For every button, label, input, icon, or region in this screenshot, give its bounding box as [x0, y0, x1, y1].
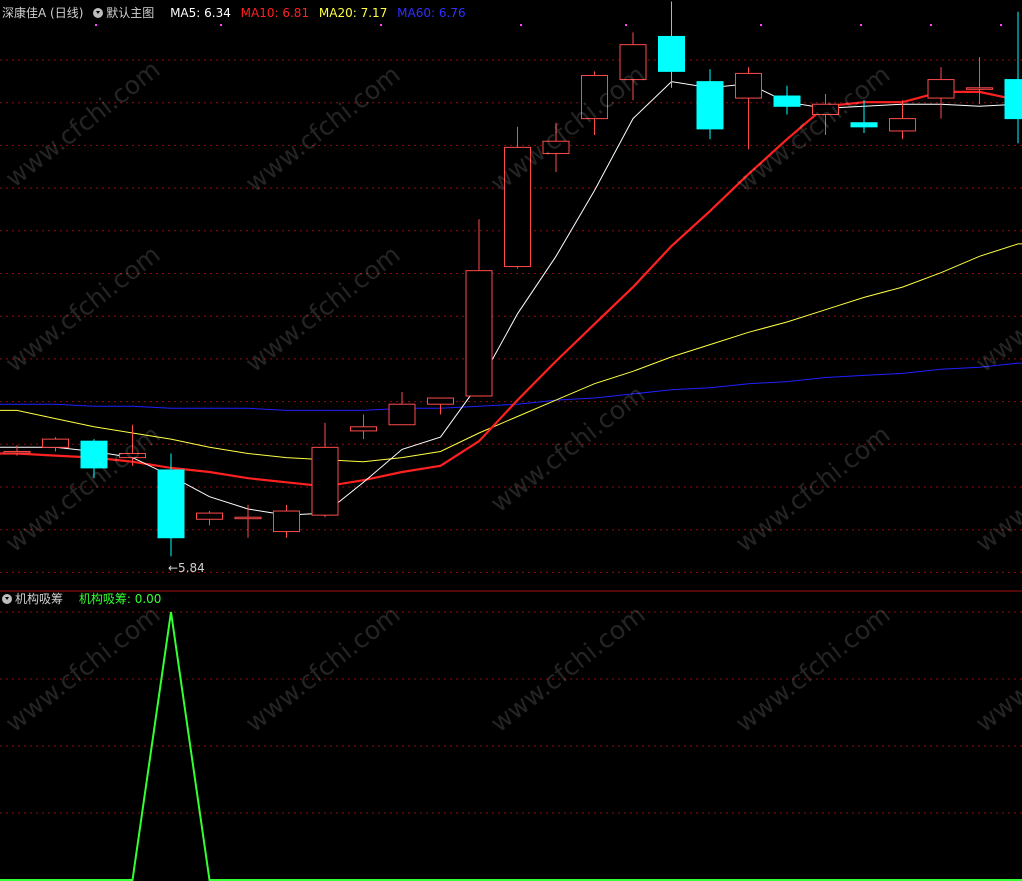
candle	[735, 67, 762, 150]
candle-body	[350, 426, 377, 432]
marker-dot	[380, 24, 382, 26]
ma60-value: MA60: 6.76	[397, 6, 466, 20]
candle-body	[465, 270, 493, 397]
candle-body	[273, 510, 300, 533]
marker-dot	[220, 24, 222, 26]
candle-body	[311, 446, 339, 516]
main-chart-header: 深康佳A (日线) 默认主图 MA5: 6.34 MA10: 6.81 MA20…	[2, 4, 472, 22]
dropdown-icon[interactable]	[93, 8, 104, 18]
template-selector[interactable]: 默认主图	[93, 6, 164, 20]
ma10-value: MA10: 6.81	[240, 6, 310, 20]
candle-body	[3, 450, 31, 454]
candle-body	[196, 512, 223, 520]
candle-body	[234, 516, 262, 520]
candle-body	[658, 35, 685, 72]
marker-dot	[520, 24, 522, 26]
candle	[42, 437, 69, 452]
marker-dot	[625, 24, 627, 26]
candle-body	[773, 95, 801, 107]
candle-body	[889, 118, 916, 132]
candle	[350, 414, 377, 440]
marker-dot	[860, 24, 862, 26]
candle-body	[157, 469, 185, 539]
ma5-value: MA5: 6.34	[170, 6, 231, 20]
candle	[273, 504, 300, 538]
candle-body	[735, 72, 762, 99]
candle-body	[696, 81, 724, 130]
marker-dot	[760, 24, 762, 26]
ma60-line	[0, 362, 1022, 411]
candle	[388, 391, 416, 426]
stock-title: 深康佳A (日线)	[2, 6, 84, 20]
ma20-value: MA20: 7.17	[318, 6, 388, 20]
marker-dot	[95, 24, 97, 26]
dropdown-icon[interactable]	[2, 594, 12, 604]
candle	[234, 504, 262, 538]
candle-body	[927, 79, 955, 99]
low-price-label: ←5.84	[168, 561, 205, 575]
candle	[311, 422, 339, 518]
candle	[696, 69, 724, 140]
candle-body	[966, 87, 993, 90]
candle-body	[850, 122, 878, 128]
candle	[196, 511, 223, 526]
candle-body	[42, 438, 69, 448]
candle	[966, 56, 993, 105]
top-markers	[95, 24, 1002, 26]
marker-dot	[1000, 24, 1002, 26]
indicator-selector[interactable]: 机构吸筹	[2, 592, 73, 606]
candle	[1004, 11, 1022, 144]
candle	[927, 67, 955, 119]
candle	[773, 85, 801, 115]
indicator-header: 机构吸筹 机构吸筹: 0.00	[2, 590, 167, 608]
candle	[889, 100, 916, 140]
candle-body	[388, 403, 416, 426]
candle-body	[1004, 79, 1022, 120]
candle-body	[427, 397, 454, 405]
candle	[658, 1, 685, 88]
indicator-value: 机构吸筹: 0.00	[78, 592, 162, 606]
marker-dot	[930, 24, 932, 26]
candle	[465, 219, 493, 397]
candle	[427, 397, 454, 415]
